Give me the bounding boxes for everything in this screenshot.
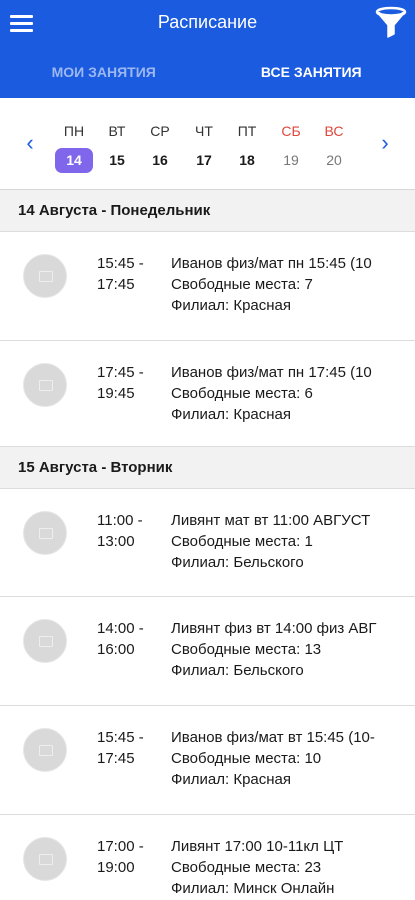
lesson-info: Иванов физ/мат пн 15:45 (10 Свободные ме…: [171, 253, 397, 316]
lesson-info: Иванов физ/мат пн 17:45 (10 Свободные ме…: [171, 362, 397, 425]
day-name: ВТ: [108, 123, 126, 139]
day-name: ПН: [63, 123, 85, 139]
image-placeholder-icon: [39, 636, 53, 647]
teacher-avatar: [23, 363, 67, 407]
day-number: 17: [196, 152, 212, 168]
lesson-start: 15:45 -: [97, 729, 144, 746]
lesson-start: 15:45 -: [97, 255, 144, 272]
lesson-time: 17:45 - 19:45: [97, 362, 144, 404]
day-number: 18: [239, 152, 255, 168]
teacher-avatar: [23, 254, 67, 298]
calendar-day[interactable]: ПТ 18: [227, 98, 267, 173]
day-number: 15: [109, 152, 125, 168]
lesson-seats: Свободные места: 7: [171, 276, 313, 293]
lesson-seats: Свободные места: 6: [171, 385, 313, 402]
calendar-day[interactable]: ПН 14: [54, 98, 94, 173]
day-name: СБ: [281, 123, 301, 139]
lesson-seats: Свободные места: 10: [171, 750, 322, 767]
day-number: 20: [326, 152, 342, 168]
lesson-end: 19:45: [97, 385, 135, 402]
chevron-left-icon[interactable]: ‹: [20, 132, 40, 154]
lesson-card[interactable]: 17:00 - 19:00 Ливянт 17:00 10-11кл ЦТ Св…: [0, 815, 415, 900]
day-name: ВС: [324, 123, 344, 139]
lesson-seats: Свободные места: 23: [171, 859, 322, 876]
filter-funnel-icon[interactable]: [375, 6, 407, 40]
lesson-card[interactable]: 15:45 - 17:45 Иванов физ/мат пн 15:45 (1…: [0, 232, 415, 341]
calendar-day[interactable]: СБ 19: [271, 98, 311, 173]
lesson-title: Ливянт мат вт 11:00 АВГУСТ: [171, 512, 371, 529]
date-section-header: 15 Августа - Вторник: [0, 447, 415, 489]
lesson-branch: Филиал: Красная: [171, 297, 292, 314]
lesson-end: 17:45: [97, 276, 135, 293]
day-number: 14: [55, 148, 93, 173]
lesson-time: 11:00 - 13:00: [97, 510, 143, 552]
image-placeholder-icon: [39, 380, 53, 391]
lesson-title: Ливянт физ вт 14:00 физ АВГ: [171, 620, 377, 637]
calendar-day[interactable]: ВТ 15: [97, 98, 137, 173]
lesson-title: Иванов физ/мат вт 15:45 (10-: [171, 729, 375, 746]
lesson-info: Ливянт 17:00 10-11кл ЦТ Свободные места:…: [171, 836, 397, 899]
calendar-day[interactable]: СР 16: [140, 98, 180, 173]
lesson-info: Ливянт физ вт 14:00 физ АВГ Свободные ме…: [171, 618, 397, 681]
lesson-seats: Свободные места: 1: [171, 533, 313, 550]
lesson-branch: Филиал: Красная: [171, 771, 292, 788]
chevron-right-icon[interactable]: ›: [375, 132, 395, 154]
lesson-end: 17:45: [97, 750, 135, 767]
image-placeholder-icon: [39, 528, 53, 539]
lesson-start: 14:00 -: [97, 620, 144, 637]
lesson-seats: Свободные места: 13: [171, 641, 322, 658]
lesson-branch: Филиал: Бельского: [171, 554, 304, 571]
lesson-branch: Филиал: Минск Онлайн: [171, 880, 335, 897]
lesson-branch: Филиал: Красная: [171, 406, 292, 423]
app-bar: Расписание МОИ ЗАНЯТИЯ ВСЕ ЗАНЯТИЯ: [0, 0, 415, 98]
calendar-day[interactable]: ВС 20: [314, 98, 354, 173]
lesson-title: Иванов физ/мат пн 17:45 (10: [171, 364, 372, 381]
teacher-avatar: [23, 619, 67, 663]
lesson-time: 17:00 - 19:00: [97, 836, 144, 878]
image-placeholder-icon: [39, 745, 53, 756]
tab-all-lessons[interactable]: ВСЕ ЗАНЯТИЯ: [208, 52, 415, 98]
day-name: ЧТ: [195, 123, 213, 139]
lesson-title: Ливянт 17:00 10-11кл ЦТ: [171, 838, 344, 855]
lesson-card[interactable]: 14:00 - 16:00 Ливянт физ вт 14:00 физ АВ…: [0, 597, 415, 706]
lesson-start: 11:00 -: [97, 512, 143, 529]
week-calendar: ‹ ПН 14 ВТ 15 СР 16 ЧТ 17 ПТ 18 СБ 19 ВС…: [0, 98, 415, 190]
lesson-end: 16:00: [97, 641, 135, 658]
day-number: 16: [152, 152, 168, 168]
lesson-info: Иванов физ/мат вт 15:45 (10- Свободные м…: [171, 727, 397, 790]
lesson-title: Иванов физ/мат пн 15:45 (10: [171, 255, 372, 272]
teacher-avatar: [23, 728, 67, 772]
lesson-card[interactable]: 15:45 - 17:45 Иванов физ/мат вт 15:45 (1…: [0, 706, 415, 815]
lesson-card[interactable]: 11:00 - 13:00 Ливянт мат вт 11:00 АВГУСТ…: [0, 489, 415, 597]
day-name: СР: [150, 123, 170, 139]
calendar-day[interactable]: ЧТ 17: [184, 98, 224, 173]
lesson-end: 13:00: [97, 533, 135, 550]
lesson-branch: Филиал: Бельского: [171, 662, 304, 679]
page-title: Расписание: [157, 12, 258, 32]
lesson-time: 14:00 - 16:00: [97, 618, 144, 660]
lesson-time: 15:45 - 17:45: [97, 727, 144, 769]
teacher-avatar: [23, 837, 67, 881]
day-number: 19: [283, 152, 299, 168]
lesson-card[interactable]: 17:45 - 19:45 Иванов физ/мат пн 17:45 (1…: [0, 341, 415, 447]
lesson-info: Ливянт мат вт 11:00 АВГУСТ Свободные мес…: [171, 510, 397, 573]
schedule-tabs: МОИ ЗАНЯТИЯ ВСЕ ЗАНЯТИЯ: [0, 52, 415, 98]
lesson-start: 17:00 -: [97, 838, 144, 855]
teacher-avatar: [23, 511, 67, 555]
image-placeholder-icon: [39, 854, 53, 865]
lesson-start: 17:45 -: [97, 364, 144, 381]
lesson-end: 19:00: [97, 859, 135, 876]
image-placeholder-icon: [39, 271, 53, 282]
tab-my-lessons[interactable]: МОИ ЗАНЯТИЯ: [0, 52, 208, 98]
day-name: ПТ: [237, 123, 257, 139]
date-section-header: 14 Августа - Понедельник: [0, 190, 415, 232]
lesson-time: 15:45 - 17:45: [97, 253, 144, 295]
